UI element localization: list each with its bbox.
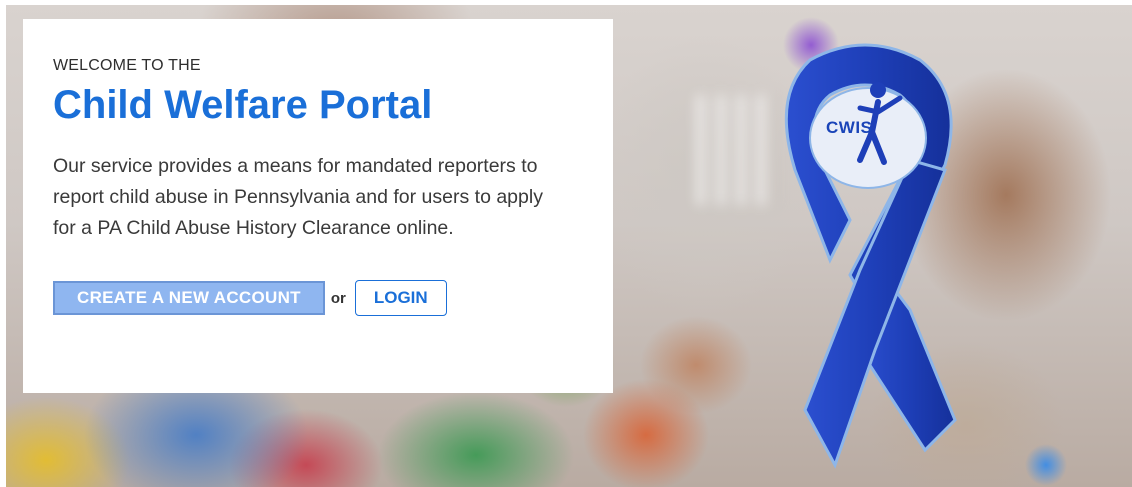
welcome-eyebrow: WELCOME TO THE bbox=[53, 57, 201, 74]
cwis-logo-text: CWIS bbox=[826, 118, 873, 137]
service-description: Our service provides a means for mandate… bbox=[53, 155, 543, 239]
awareness-ribbon-icon bbox=[784, 43, 957, 469]
account-actions: CREATE A NEW ACCOUNT or LOGIN bbox=[53, 280, 583, 316]
or-separator: or bbox=[330, 289, 346, 307]
welcome-card: WELCOME TO THE Child Welfare Portal Our … bbox=[23, 19, 613, 393]
login-button[interactable]: LOGIN bbox=[354, 280, 447, 316]
create-account-button[interactable]: CREATE A NEW ACCOUNT bbox=[53, 281, 325, 315]
page-title: Child Welfare Portal bbox=[53, 83, 433, 127]
